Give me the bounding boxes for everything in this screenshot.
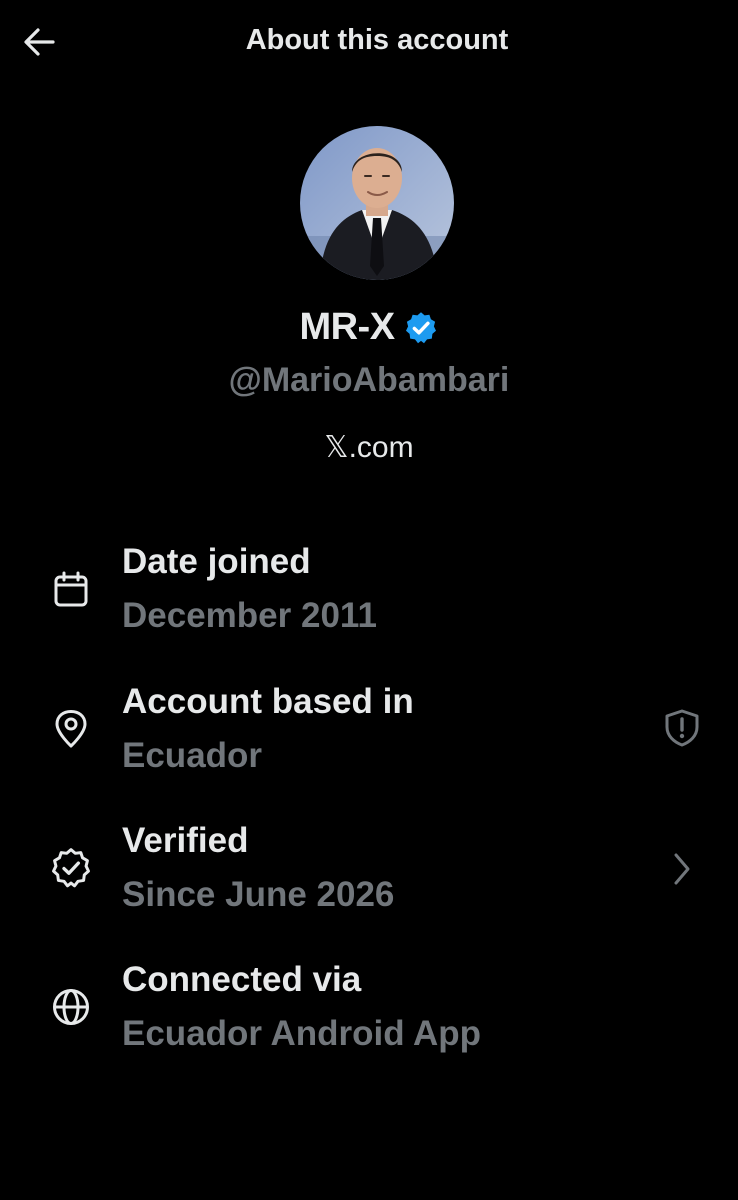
calendar-icon	[50, 568, 92, 610]
row-label: Connected via	[122, 960, 362, 999]
row-value: December 2011	[122, 596, 377, 635]
profile-photo	[300, 126, 454, 280]
avatar[interactable]	[300, 126, 454, 280]
row-label: Account based in	[122, 682, 414, 721]
globe-icon	[50, 986, 92, 1028]
row-value: Ecuador Android App	[122, 1014, 482, 1053]
chevron-right-icon[interactable]	[662, 849, 702, 889]
page-title: About this account	[245, 24, 509, 56]
user-handle: @MarioAbambari	[228, 361, 510, 399]
verified-badge-icon	[403, 310, 439, 346]
row-value: Since June 2026	[122, 875, 395, 914]
display-name: MR-X	[299, 306, 395, 348]
verified-seal-icon	[50, 847, 92, 889]
top-bar: About this account	[0, 0, 738, 86]
row-label: Date joined	[122, 542, 311, 581]
row-label: Verified	[122, 821, 249, 860]
shield-alert-icon[interactable]	[662, 708, 702, 748]
location-pin-icon	[50, 708, 92, 750]
website-link[interactable]: 𝕏.com	[0, 430, 738, 465]
info-row-date-joined: Date joined December 2011	[0, 540, 738, 650]
row-value: Ecuador	[122, 736, 263, 775]
info-row-connected-via: Connected via Ecuador Android App	[0, 958, 738, 1068]
info-row-verified[interactable]: Verified Since June 2026	[0, 819, 738, 929]
info-row-account-based-in: Account based in Ecuador	[0, 680, 738, 790]
name-row: MR-X	[0, 306, 738, 349]
